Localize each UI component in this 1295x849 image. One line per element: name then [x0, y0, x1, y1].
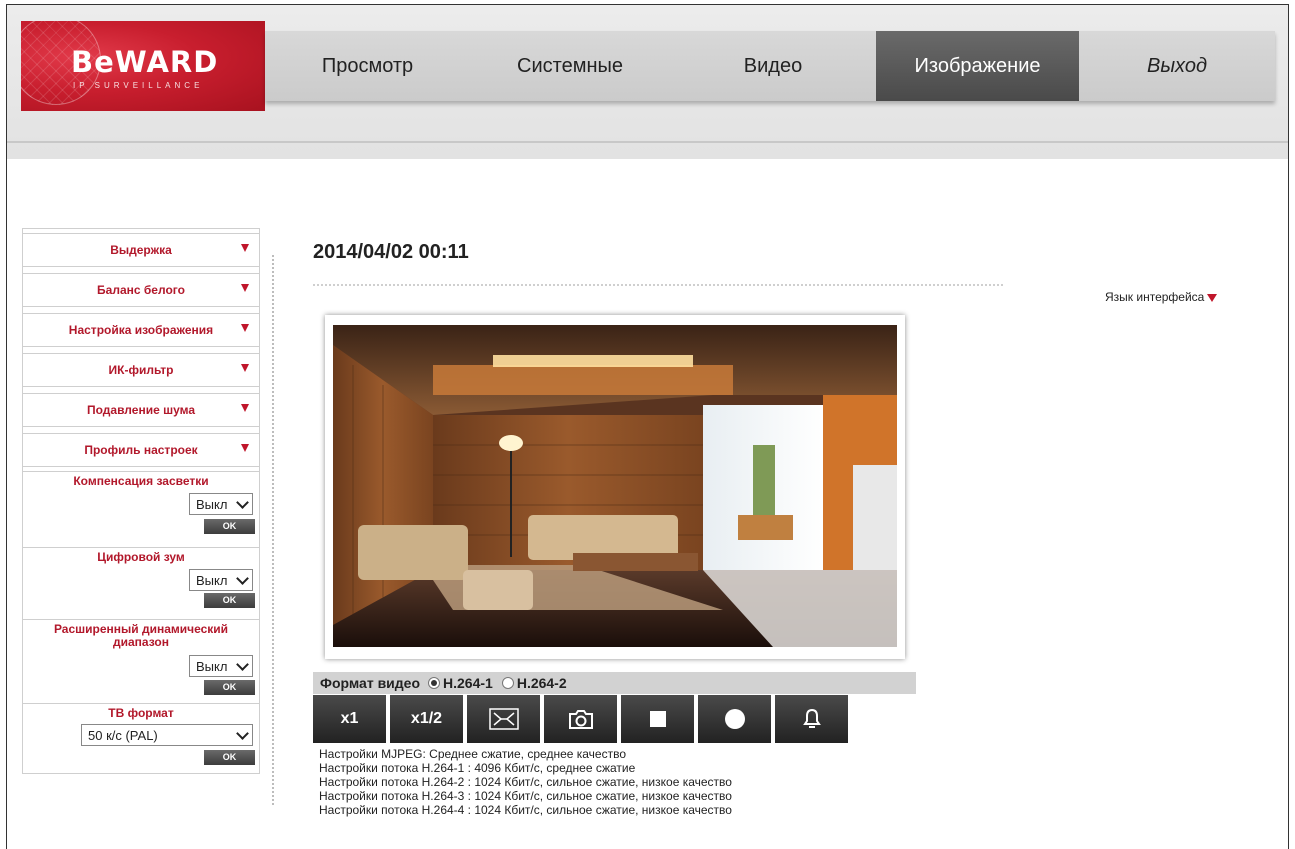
- select-value: Выкл: [196, 658, 228, 674]
- sidebar-item-label: Подавление шума: [87, 403, 195, 417]
- stream-info-line: Настройки потока H.264-4 : 1024 Кбит/с, …: [319, 803, 732, 817]
- language-label: Язык интерфейса: [1105, 290, 1205, 304]
- triangle-down-icon: [241, 324, 249, 332]
- select-value: Выкл: [196, 496, 228, 512]
- zoom-half-button[interactable]: x1/2: [390, 695, 463, 743]
- room-scene-image: [333, 325, 897, 647]
- nav-tab-image[interactable]: Изображение: [876, 31, 1079, 101]
- wdr-title-line2: диапазон: [113, 635, 169, 649]
- triangle-down-icon: [241, 284, 249, 292]
- stream-info: Настройки MJPEG: Среднее сжатие, среднее…: [319, 747, 732, 817]
- format-radio-h264-1[interactable]: [428, 677, 441, 689]
- triangle-down-icon: [241, 444, 249, 452]
- triangle-down-icon: [241, 364, 249, 372]
- stream-info-line: Настройки потока H.264-1 : 4096 Кбит/с, …: [319, 761, 636, 775]
- brand-logo[interactable]: BeWARD IP SURVEILLANCE: [21, 21, 265, 111]
- backlight-ok-button[interactable]: OK: [204, 519, 255, 534]
- stream-info-line: Настройки потока H.264-3 : 1024 Кбит/с, …: [319, 789, 732, 803]
- alarm-button[interactable]: [775, 695, 848, 743]
- backlight-compensation-title: Компенсация засветки: [73, 474, 209, 488]
- triangle-down-icon: [1207, 293, 1218, 302]
- language-selector[interactable]: Язык интерфейса: [1105, 290, 1218, 304]
- tv-format-select[interactable]: 50 к/с (PAL): [81, 724, 253, 746]
- select-value: Выкл: [196, 572, 228, 588]
- sidebar-item-white-balance[interactable]: Баланс белого: [23, 273, 259, 307]
- camera-icon: [568, 710, 593, 729]
- wdr-block: Расширенный динамический диапазон Выкл O…: [23, 619, 259, 703]
- bell-icon: [802, 708, 821, 728]
- chevron-down-icon: [236, 496, 249, 509]
- wdr-ok-button[interactable]: OK: [204, 680, 255, 695]
- triangle-down-icon: [241, 244, 249, 252]
- triangle-down-icon: [241, 404, 249, 412]
- chevron-down-icon: [236, 658, 249, 671]
- tv-format-block: ТВ формат 50 к/с (PAL) OK: [23, 703, 259, 773]
- sidebar-divider: [272, 255, 274, 805]
- brand-tagline: IP SURVEILLANCE: [73, 81, 204, 90]
- select-value: 50 к/с (PAL): [88, 727, 158, 743]
- page-frame: BeWARD IP SURVEILLANCE Просмотр Системны…: [6, 4, 1289, 849]
- digital-zoom-select[interactable]: Выкл: [189, 569, 253, 591]
- main-nav: Просмотр Системные Видео Изображение Вых…: [265, 31, 1275, 101]
- digital-zoom-block: Цифровой зум Выкл OK: [23, 547, 259, 619]
- sidebar-item-label: ИК-фильтр: [108, 363, 174, 377]
- playback-controls: x1 x1/2: [313, 695, 852, 743]
- format-option-label: H.264-2: [516, 675, 567, 691]
- nav-tab-system[interactable]: Системные: [470, 31, 670, 101]
- wdr-title: Расширенный динамический диапазон: [23, 620, 259, 649]
- video-format-label: Формат видео: [320, 675, 421, 691]
- format-radio-h264-2[interactable]: [501, 677, 514, 689]
- brand-name: BeWARD: [71, 45, 219, 79]
- sidebar-item-label: Профиль настроек: [84, 443, 198, 457]
- tv-format-title: ТВ формат: [108, 706, 174, 720]
- wdr-select[interactable]: Выкл: [189, 655, 253, 677]
- chevron-down-icon: [236, 572, 249, 585]
- zoom-x1-button[interactable]: x1: [313, 695, 386, 743]
- live-video-view[interactable]: [333, 325, 897, 647]
- sidebar-item-label: Баланс белого: [97, 283, 185, 297]
- backlight-compensation-block: Компенсация засветки Выкл OK: [23, 471, 259, 547]
- sidebar-item-image-setup[interactable]: Настройка изображения: [23, 313, 259, 347]
- snapshot-button[interactable]: [544, 695, 617, 743]
- video-format-bar: Формат видео H.264-1 H.264-2: [313, 672, 916, 694]
- sidebar-item-noise-reduction[interactable]: Подавление шума: [23, 393, 259, 427]
- record-button[interactable]: [698, 695, 771, 743]
- nav-tab-video[interactable]: Видео: [670, 31, 876, 101]
- sidebar-item-ir-filter[interactable]: ИК-фильтр: [23, 353, 259, 387]
- record-icon: [724, 709, 745, 729]
- stop-button[interactable]: [621, 695, 694, 743]
- nav-tab-view[interactable]: Просмотр: [265, 31, 470, 101]
- format-option-label: H.264-1: [443, 675, 493, 691]
- stop-icon: [649, 711, 666, 727]
- stream-info-line: Настройки потока H.264-2 : 1024 Кбит/с, …: [319, 775, 732, 789]
- stream-info-line: Настройки MJPEG: Среднее сжатие, среднее…: [319, 747, 627, 761]
- fit-screen-icon: [488, 708, 519, 730]
- chevron-down-icon: [236, 727, 249, 740]
- header-divider: [7, 141, 1288, 143]
- sidebar-item-exposure[interactable]: Выдержка: [23, 233, 259, 267]
- datetime-divider: [313, 284, 1003, 286]
- tv-format-ok-button[interactable]: OK: [204, 750, 255, 765]
- camera-datetime: 2014/04/02 00:11: [313, 241, 469, 263]
- backlight-compensation-select[interactable]: Выкл: [189, 493, 253, 515]
- digital-zoom-ok-button[interactable]: OK: [204, 593, 255, 608]
- sidebar-item-settings-profile[interactable]: Профиль настроек: [23, 433, 259, 467]
- digital-zoom-title: Цифровой зум: [97, 550, 185, 564]
- sidebar-item-label: Выдержка: [110, 243, 172, 257]
- image-settings-sidebar: Выдержка Баланс белого Настройка изображ…: [22, 228, 260, 774]
- nav-tab-exit[interactable]: Выход: [1079, 31, 1275, 101]
- fit-screen-button[interactable]: [467, 695, 540, 743]
- sidebar-item-label: Настройка изображения: [68, 323, 214, 337]
